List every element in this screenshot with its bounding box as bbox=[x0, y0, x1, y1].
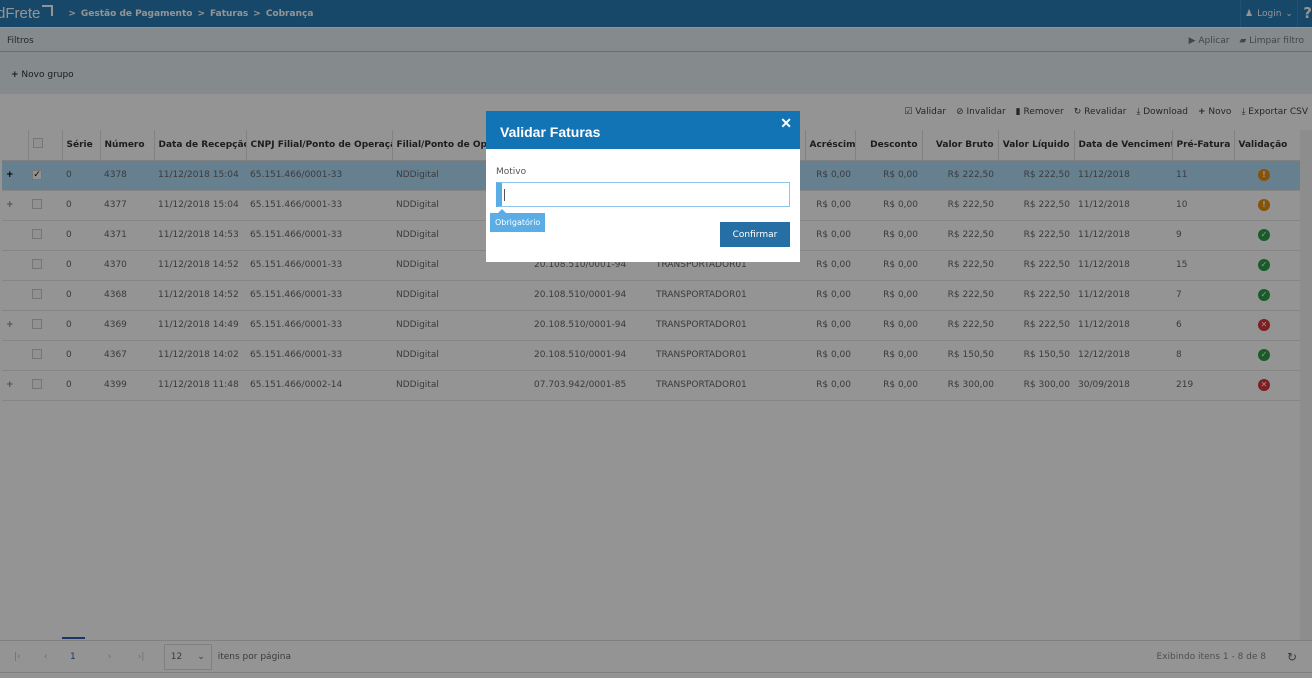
required-tooltip: Obrigatório bbox=[490, 209, 546, 232]
validate-invoices-modal: Validar Faturas ✕ Motivo Obrigatório Conf… bbox=[486, 111, 800, 262]
modal-title: Validar Faturas bbox=[500, 124, 601, 140]
confirm-button[interactable]: Confirmar bbox=[720, 222, 790, 247]
modal-header: Validar Faturas ✕ bbox=[486, 111, 800, 149]
modal-backdrop[interactable] bbox=[0, 0, 1312, 678]
motivo-input[interactable] bbox=[496, 182, 790, 207]
motivo-label: Motivo bbox=[496, 167, 527, 177]
close-icon[interactable]: ✕ bbox=[780, 115, 792, 132]
